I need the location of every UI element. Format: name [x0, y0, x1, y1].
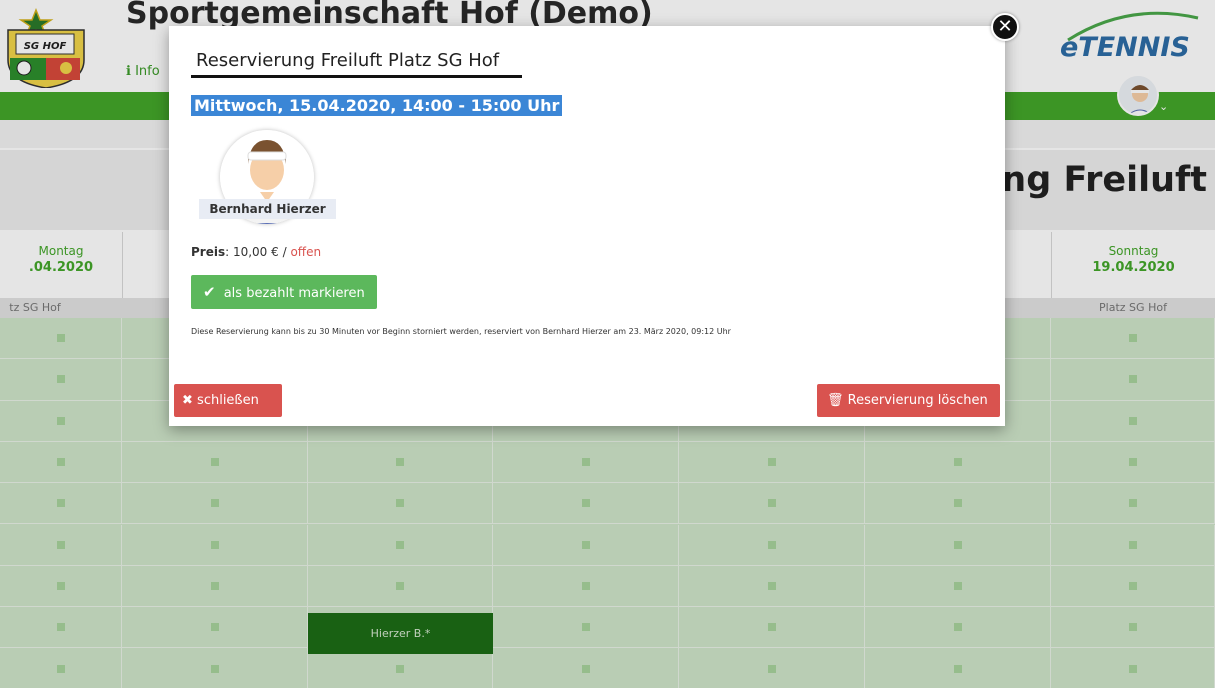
price-line: Preis: 10,00 € / offen: [191, 245, 321, 259]
delete-reservation-button[interactable]: 🗑 Reservierung löschen: [817, 384, 1000, 417]
close-button[interactable]: ✖ schließen: [174, 384, 282, 417]
trash-icon: 🗑: [827, 393, 844, 408]
reservation-date: Mittwoch, 15.04.2020, 14:00 - 15:00 Uhr: [191, 95, 563, 116]
reservation-modal: Reservierung Freiluft Platz SG Hof Mittw…: [169, 26, 1005, 426]
price-label: Preis: [191, 245, 226, 259]
checkmark-icon: ✔: [203, 283, 216, 301]
cancellation-note: Diese Reservierung kann bis zu 30 Minute…: [191, 327, 731, 336]
title-underline: [191, 75, 522, 78]
price-value: : 10,00 € /: [225, 245, 291, 259]
mark-paid-button[interactable]: ✔ als bezahlt markieren: [191, 275, 377, 309]
delete-label: Reservierung löschen: [847, 393, 988, 408]
modal-title: Reservierung Freiluft Platz SG Hof: [196, 50, 500, 71]
close-label: schließen: [197, 393, 259, 408]
payment-status: offen: [290, 245, 322, 259]
close-icon: ✖: [182, 393, 193, 408]
player-name: Bernhard Hierzer: [199, 199, 336, 219]
modal-close-icon[interactable]: ✕: [991, 13, 1019, 41]
mark-paid-label: als bezahlt markieren: [223, 286, 365, 301]
